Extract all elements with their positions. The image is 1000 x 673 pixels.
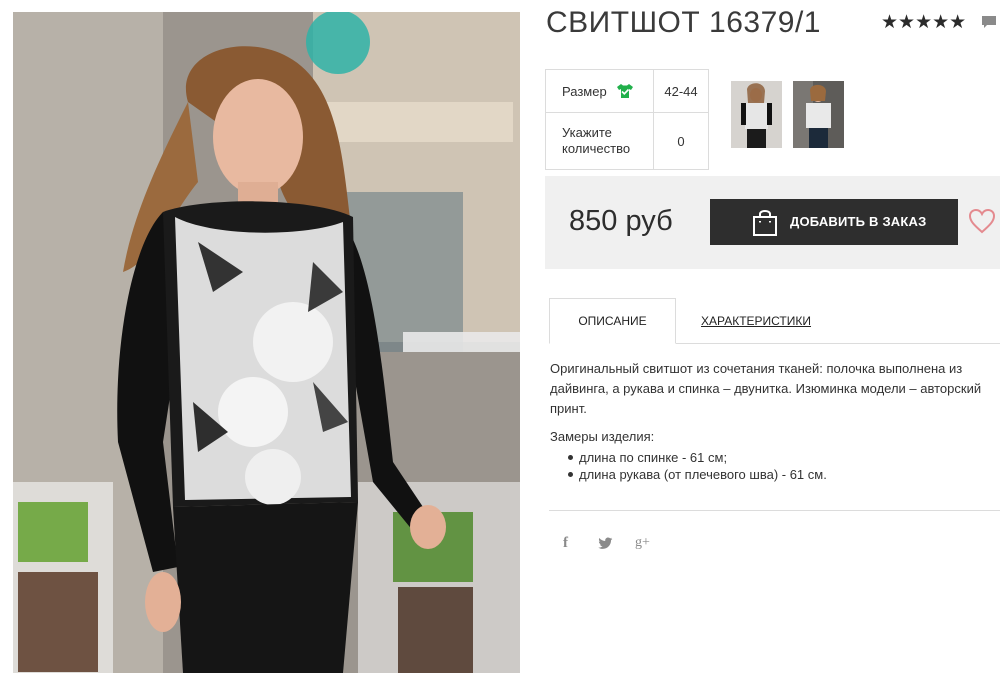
divider — [549, 510, 1000, 511]
size-label: Размер — [562, 83, 607, 99]
product-thumbnail-front[interactable] — [731, 81, 782, 148]
measures-title: Замеры изделия: — [550, 429, 655, 444]
product-thumbnail-back[interactable] — [793, 81, 844, 148]
buy-panel: 850 руб ДОБАВИТЬ В ЗАКАЗ — [545, 176, 1000, 269]
size-row: Размер 42-44 — [545, 69, 709, 113]
tab-characteristics[interactable]: ХАРАКТЕРИСТИКИ — [701, 314, 811, 328]
product-title: СВИТШОТ 16379/1 — [546, 6, 821, 39]
comment-icon[interactable] — [981, 15, 997, 29]
heart-icon[interactable] — [968, 208, 996, 234]
shirt-check-icon[interactable] — [616, 83, 634, 99]
size-label-cell: Размер — [545, 69, 654, 113]
size-value[interactable]: 42-44 — [653, 69, 709, 113]
price: 850 руб — [569, 205, 673, 237]
quantity-label-cell: Укажите количество — [545, 112, 654, 170]
description-text: Оригинальный свитшот из сочетания тканей… — [550, 361, 982, 416]
quantity-row: Укажите количество 0 — [545, 112, 709, 170]
google-plus-icon[interactable]: g+ — [635, 535, 650, 551]
quantity-label: Укажите количество — [562, 125, 631, 156]
add-to-order-label: ДОБАВИТЬ В ЗАКАЗ — [790, 214, 927, 229]
facebook-icon[interactable]: f — [563, 535, 568, 552]
tab-description[interactable]: ОПИСАНИЕ — [549, 298, 676, 344]
twitter-icon[interactable] — [598, 537, 613, 550]
main-product-photo[interactable] — [13, 12, 520, 673]
shopping-bag-icon — [753, 210, 777, 236]
quantity-input[interactable]: 0 — [653, 112, 709, 170]
list-item: длина рукава (от плечевого шва) - 61 см. — [562, 466, 827, 483]
add-to-order-button[interactable]: ДОБАВИТЬ В ЗАКАЗ — [710, 199, 958, 245]
product-options-table: Размер 42-44 Укажите количество 0 — [545, 69, 709, 170]
rating-stars[interactable]: ★★★★★ — [881, 11, 966, 34]
measures-list: длина по спинке - 61 см; длина рукава (о… — [562, 449, 827, 483]
list-item: длина по спинке - 61 см; — [562, 449, 827, 466]
